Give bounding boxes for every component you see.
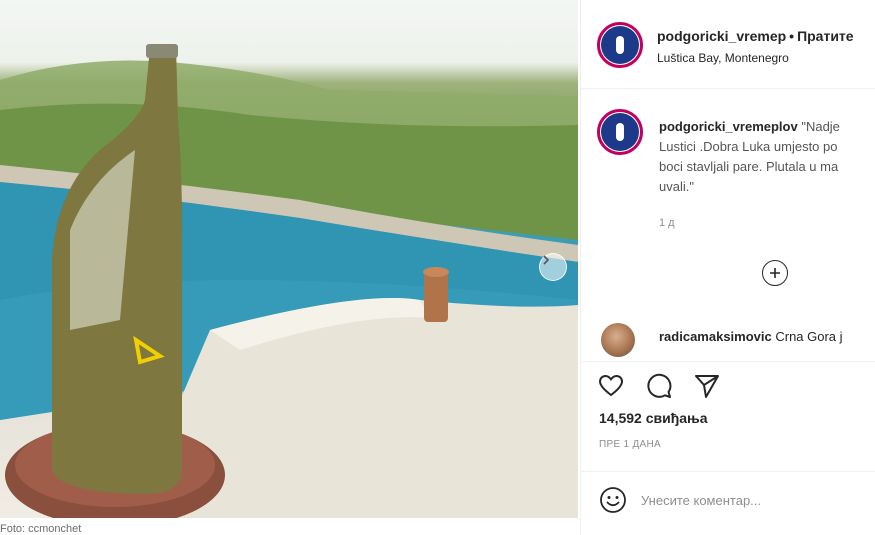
comment-input[interactable] bbox=[641, 488, 861, 512]
comment-row: radicamaksimovic Crna Gora j bbox=[581, 317, 875, 357]
chevron-right-icon bbox=[543, 255, 550, 265]
commenter-avatar[interactable] bbox=[601, 323, 635, 357]
load-more-comments-button[interactable] bbox=[762, 260, 788, 286]
separator-dot: • bbox=[789, 28, 795, 44]
follow-button[interactable]: Пратите bbox=[797, 28, 854, 44]
post-header: podgoricki_vremep • Пратите Luštica Bay, M… bbox=[581, 0, 875, 89]
author-avatar-logo bbox=[601, 26, 639, 64]
post-photo bbox=[0, 0, 578, 518]
emoji-icon bbox=[600, 487, 626, 513]
caption-avatar-logo bbox=[601, 113, 639, 151]
logo-mark bbox=[616, 36, 624, 54]
next-photo-button[interactable] bbox=[539, 253, 567, 281]
caption-line-2: Lustici .Dobra Luka umjesto po bbox=[659, 139, 838, 154]
comments-area: podgoricki_vremeplov "Nadje Lustici .Dob… bbox=[581, 89, 875, 361]
photo-scene bbox=[0, 44, 578, 518]
author-username[interactable]: podgoricki_vremep bbox=[657, 28, 786, 44]
likes-count[interactable]: 14,592 свиђања bbox=[599, 410, 708, 426]
heart-icon bbox=[598, 374, 624, 397]
comment-button[interactable] bbox=[645, 372, 673, 400]
comment-icon bbox=[647, 373, 672, 398]
logo-mark bbox=[616, 123, 624, 141]
caption-line-3: boci stavljali pare. Plutala u ma bbox=[659, 159, 839, 174]
like-button[interactable] bbox=[597, 372, 625, 400]
author-username-line: podgoricki_vremep • Пратите bbox=[657, 28, 854, 44]
post-actions: 14,592 свиђања ПРЕ 1 ДАНА bbox=[581, 361, 875, 472]
emoji-button[interactable] bbox=[599, 486, 627, 514]
caption-line-1: "Nadje bbox=[797, 119, 840, 134]
post-caption: podgoricki_vremeplov "Nadje Lustici .Dob… bbox=[659, 117, 875, 197]
plus-circle-icon bbox=[770, 268, 780, 278]
comment-text: radicamaksimovic Crna Gora j bbox=[659, 329, 843, 344]
post-sidebar: podgoricki_vremep • Пратите Luštica Bay, M… bbox=[580, 0, 875, 535]
posted-time[interactable]: ПРЕ 1 ДАНА bbox=[599, 439, 661, 450]
author-avatar[interactable] bbox=[597, 22, 643, 68]
share-button[interactable] bbox=[693, 372, 721, 400]
caption-line-4: uvali." bbox=[659, 179, 694, 194]
commenter-username[interactable]: radicamaksimovic bbox=[659, 329, 772, 344]
post-location[interactable]: Luštica Bay, Montenegro bbox=[657, 51, 789, 65]
photo-credit: Foto: ccmonchet bbox=[0, 523, 82, 535]
comment-body: Crna Gora j bbox=[771, 329, 843, 344]
caption-author-avatar[interactable] bbox=[597, 109, 643, 155]
caption-time: 1 д bbox=[659, 217, 675, 229]
send-icon bbox=[695, 375, 719, 398]
caption-username[interactable]: podgoricki_vremeplov bbox=[659, 119, 798, 134]
add-comment-bar bbox=[581, 471, 875, 535]
